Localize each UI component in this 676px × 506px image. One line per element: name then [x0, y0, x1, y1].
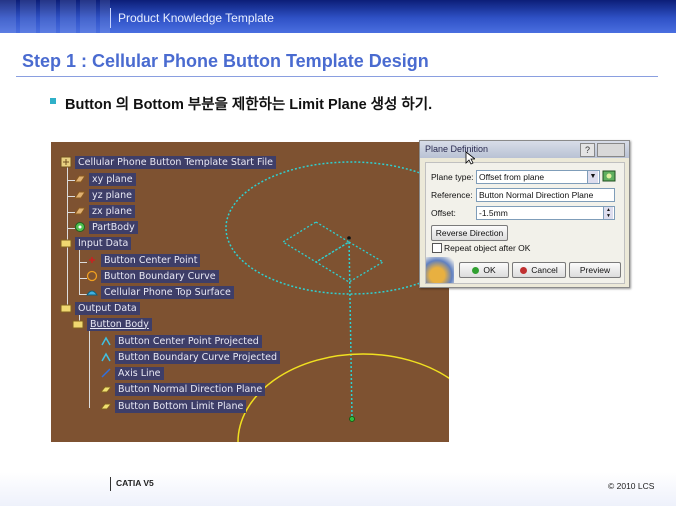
- tree-label: Button Center Point Projected: [115, 334, 262, 348]
- tree-connector: [89, 330, 90, 408]
- help-button[interactable]: ?: [580, 143, 595, 157]
- plane-type-value: Offset from plane: [479, 172, 545, 182]
- bullet-marker: [50, 98, 56, 104]
- tree-item-center-projected[interactable]: Button Center Point Projected: [99, 334, 262, 348]
- footer-separator: [110, 477, 111, 491]
- tree-item-boundary-curve[interactable]: Button Boundary Curve: [85, 269, 219, 283]
- plane-icon: [73, 172, 87, 186]
- tree-label: Button Boundary Curve Projected: [115, 350, 281, 364]
- tree-item-normal-plane[interactable]: Button Normal Direction Plane: [99, 382, 266, 396]
- tree-label: Cellular Phone Top Surface: [101, 285, 234, 299]
- banner-separator: [110, 8, 111, 28]
- tree-connector: [79, 250, 80, 294]
- tree-item-axis-line[interactable]: Axis Line: [99, 366, 164, 380]
- repeat-object-checkbox[interactable]: [432, 243, 442, 253]
- projection-icon: [99, 334, 113, 348]
- cancel-label: Cancel: [531, 265, 558, 275]
- reference-label: Reference:: [431, 190, 473, 200]
- tree-label: zx plane: [89, 204, 135, 218]
- tree-item-input-data[interactable]: Input Data: [59, 236, 132, 250]
- reverse-direction-button[interactable]: Reverse Direction: [431, 225, 508, 241]
- line-icon: [99, 366, 113, 380]
- plane-options-icon[interactable]: [602, 169, 616, 183]
- ok-icon: [472, 267, 480, 274]
- banner-decoration: [0, 0, 110, 33]
- tree-item-boundary-projected[interactable]: Button Boundary Curve Projected: [99, 350, 281, 364]
- plane-type-label: Plane type:: [431, 172, 474, 182]
- dialog-body: Plane type: Offset from plane ▼ Referenc…: [425, 162, 625, 284]
- tree-label: Cellular Phone Button Template Start Fil…: [75, 155, 276, 169]
- plane-icon: [99, 399, 113, 413]
- cancel-button[interactable]: Cancel: [512, 262, 566, 278]
- projection-icon: [99, 350, 113, 364]
- catia-viewport[interactable]: Cellular Phone Button Template Start Fil…: [51, 142, 449, 442]
- offset-stepper[interactable]: ▲ ▼: [603, 207, 613, 219]
- tree-label: Axis Line: [115, 366, 164, 380]
- point-icon: [85, 253, 99, 267]
- tree-label: PartBody: [89, 220, 138, 234]
- tree-label: yz plane: [89, 188, 135, 202]
- chevron-down-icon[interactable]: ▼: [587, 171, 598, 183]
- repeat-object-label: Repeat object after OK: [444, 243, 531, 253]
- dialog-titlebar[interactable]: Plane Definition ?: [420, 141, 629, 158]
- tree-item-zx-plane[interactable]: zx plane: [73, 204, 135, 218]
- tree-item-yz-plane[interactable]: yz plane: [73, 188, 135, 202]
- surface-icon: [85, 285, 99, 299]
- tree-label: Button Body: [87, 317, 152, 331]
- close-button[interactable]: [597, 143, 625, 157]
- geometrical-set-icon: [71, 317, 85, 331]
- tree-item-top-surface[interactable]: Cellular Phone Top Surface: [85, 285, 234, 299]
- curve-icon: [85, 269, 99, 283]
- tree-root[interactable]: Cellular Phone Button Template Start Fil…: [59, 155, 276, 169]
- tree-item-center-point[interactable]: Button Center Point: [85, 253, 201, 267]
- tree-item-output-data[interactable]: Output Data: [59, 301, 140, 315]
- tree-connector: [67, 242, 68, 308]
- tree-label: xy plane: [89, 172, 136, 186]
- tree-item-bottom-plane[interactable]: Button Bottom Limit Plane: [99, 399, 247, 413]
- offset-value: -1.5mm: [479, 208, 508, 218]
- cancel-icon: [520, 267, 528, 274]
- tree-item-xy-plane[interactable]: xy plane: [73, 172, 136, 186]
- gear-icon: [73, 220, 87, 234]
- tree-label: Button Normal Direction Plane: [115, 382, 266, 396]
- offset-input[interactable]: -1.5mm ▲ ▼: [476, 206, 615, 220]
- footer-right: © 2010 LCS: [608, 481, 655, 491]
- plane-icon: [73, 204, 87, 218]
- geometrical-set-icon: [59, 301, 73, 315]
- plane-icon: [99, 382, 113, 396]
- plane-type-select[interactable]: Offset from plane ▼: [476, 170, 600, 184]
- tree-item-partbody[interactable]: PartBody: [73, 220, 138, 234]
- tree-label: Output Data: [75, 301, 140, 315]
- plane-icon: [73, 188, 87, 202]
- tree-label: Input Data: [75, 236, 132, 250]
- tree-item-button-body[interactable]: Button Body: [71, 317, 152, 331]
- offset-label: Offset:: [431, 208, 456, 218]
- tree-connector: [67, 164, 68, 242]
- tree-label: Button Bottom Limit Plane: [115, 399, 247, 413]
- ok-button[interactable]: OK: [459, 262, 509, 278]
- title-banner: Product Knowledge Template: [0, 0, 676, 33]
- reference-field[interactable]: Button Normal Direction Plane: [476, 188, 615, 202]
- ok-label: OK: [483, 265, 496, 275]
- dialog-title: Plane Definition: [425, 144, 489, 154]
- part-icon: [59, 155, 73, 169]
- footer-bar: [0, 472, 676, 506]
- plane-definition-dialog[interactable]: Plane Definition ? Plane type: Offset fr…: [419, 140, 630, 288]
- template-title: Product Knowledge Template: [118, 11, 274, 25]
- specification-tree[interactable]: Cellular Phone Button Template Start Fil…: [51, 142, 449, 442]
- geometrical-set-icon: [59, 236, 73, 250]
- bullet-text: Button 의 Bottom 부분을 제한하는 Limit Plane 생성 …: [65, 97, 433, 113]
- slide-heading: Step 1 : Cellular Phone Button Template …: [22, 51, 429, 71]
- dialog-decoration-icon: [426, 257, 454, 283]
- mouse-cursor-icon: [465, 151, 475, 165]
- footer-left: CATIA V5: [116, 478, 154, 488]
- tree-label: Button Center Point: [101, 253, 201, 267]
- tree-label: Button Boundary Curve: [101, 269, 219, 283]
- preview-button[interactable]: Preview: [569, 262, 621, 278]
- heading-rule: [16, 76, 658, 77]
